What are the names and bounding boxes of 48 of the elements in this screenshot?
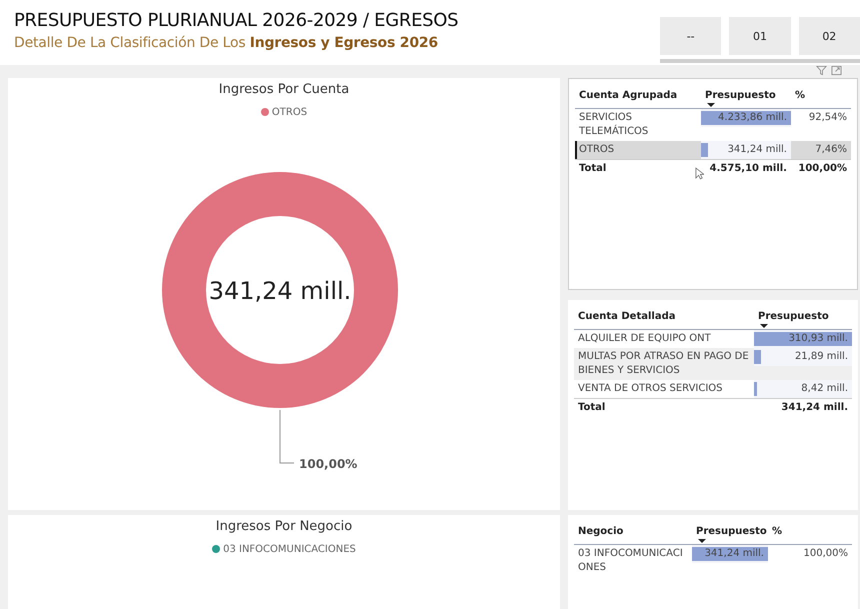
table-cell: VENTA DE OTROS SERVICIOS <box>578 383 723 394</box>
slicer-tile[interactable]: 02 <box>798 17 860 55</box>
column-header[interactable]: Cuenta Agrupada <box>575 87 701 104</box>
table-cell: 03 INFOCOMUNICACIONES <box>578 548 683 573</box>
table-cell: 7,46% <box>815 144 847 155</box>
table-row[interactable]: MULTAS POR ATRASO EN PAGO DE BIENES Y SERVICIOS 21,89 mill. <box>574 348 852 380</box>
table-cell: ALQUILER DE EQUIPO ONT <box>578 333 711 344</box>
report-title: PRESUPUESTO PLURIANUAL 2026-2029 / EGRESOS <box>14 10 458 31</box>
total-cell: Total <box>579 163 606 174</box>
legend-label: 03 INFOCOMUNICACIONES <box>223 544 356 554</box>
chart-title: Ingresos Por Negocio <box>214 518 354 534</box>
table-cell: MULTAS POR ATRASO EN PAGO DE BIENES Y SERVICIOS <box>578 351 749 376</box>
total-cell: 100,00% <box>798 163 847 174</box>
table-cell: OTROS <box>579 144 614 155</box>
chart-title: Ingresos Por Cuenta <box>218 81 350 97</box>
leader-line <box>280 410 294 464</box>
selected-row[interactable]: OTROS 341,24 mill. 7,46% <box>575 141 851 159</box>
table-cell: 21,89 mill. <box>794 351 848 362</box>
filter-icon[interactable] <box>816 65 827 76</box>
total-cell: 341,24 mill. <box>781 402 848 413</box>
table-row[interactable]: ALQUILER DE EQUIPO ONT 310,93 mill. <box>574 330 852 348</box>
report-subtitle: Detalle De La Clasificación De Los Ingresos y Egresos 2026 <box>14 35 439 51</box>
table-cell: 341,24 mill. <box>704 548 764 559</box>
table-row[interactable]: 03 INFOCOMUNICACIONES 341,24 mill. 100,00% <box>574 545 852 577</box>
table-row[interactable]: SERVICIOS TELEMÁTICOS 4.233,86 mill. 92,54% <box>575 109 851 141</box>
table-cell: 310,93 mill. <box>788 333 848 344</box>
table-cell: 4.233,86 mill. <box>718 112 787 123</box>
scroll-bar[interactable] <box>660 59 860 63</box>
slicer-tile[interactable]: 01 <box>729 17 791 55</box>
table-cell: 92,54% <box>808 112 847 123</box>
center-value-label: 341,24 mill. <box>208 277 352 305</box>
donut-ring-drawing[interactable] <box>162 172 398 408</box>
column-header[interactable]: Negocio <box>574 523 692 540</box>
table-cell: 8,42 mill. <box>801 383 848 394</box>
slicer-tile[interactable]: -- <box>660 17 722 55</box>
mouse-cursor-icon <box>695 167 704 180</box>
column-header[interactable]: % <box>791 87 851 104</box>
table-row[interactable]: VENTA DE OTROS SERVICIOS 8,42 mill. <box>574 380 852 398</box>
focus-mode-icon[interactable] <box>831 65 842 76</box>
column-header[interactable]: % <box>768 523 852 540</box>
column-header[interactable]: Cuenta Detallada <box>574 308 754 325</box>
table-cell: SERVICIOS TELEMÁTICOS <box>579 112 648 137</box>
legend-label: OTROS <box>272 106 308 118</box>
table-cell: 100,00% <box>804 548 848 559</box>
table-cell: 341,24 mill. <box>728 144 787 155</box>
total-cell: 4.575,10 mill. <box>710 163 787 174</box>
data-label: 100,00% <box>299 457 358 471</box>
total-cell: Total <box>578 402 606 413</box>
